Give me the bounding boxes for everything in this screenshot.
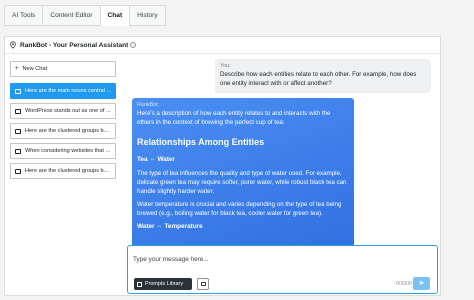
doc-icon	[15, 148, 21, 154]
new-chat-button[interactable]: + New Chat	[10, 61, 116, 77]
chat-messages[interactable]: You: Describe how each entities relate t…	[127, 57, 438, 247]
window-icon	[200, 282, 206, 286]
send-icon: ➤	[418, 280, 425, 287]
user-message: You: Describe how each entities relate t…	[215, 59, 431, 93]
tab-history[interactable]: History	[129, 5, 166, 26]
prompts-library-label: Prompts Library	[145, 281, 184, 287]
message-input[interactable]	[133, 253, 428, 265]
sidebar-chat-item[interactable]: Here are the clustered groups b...	[10, 163, 116, 179]
sidebar-item-label: When considering websites that ...	[25, 148, 111, 154]
sidebar-item-label: Here are the clustered groups b...	[25, 128, 109, 134]
attach-button[interactable]	[197, 278, 209, 290]
user-message-text: Describe how each entities relate to eac…	[220, 71, 417, 87]
bot-subheading: Tea ⇔ Water	[137, 156, 175, 163]
bot-paragraph: The type of tea influences the quality a…	[137, 170, 347, 195]
send-button[interactable]: ➤	[413, 277, 430, 290]
tab-chat[interactable]: Chat	[99, 5, 131, 26]
doc-icon	[15, 108, 21, 114]
sidebar-item-label: WordPress stands out as one of ...	[25, 108, 111, 114]
prompts-library-button[interactable]: Prompts Library	[134, 278, 192, 290]
sidebar-chat-item[interactable]: Here are the clustered groups b...	[10, 123, 116, 139]
sidebar-item-label: Here are the clustered groups b...	[25, 168, 109, 174]
bot-intro: Here's a description of how each entity …	[137, 110, 331, 126]
tab-ai-tools[interactable]: AI Tools	[4, 5, 44, 26]
bot-message: RankBot: Here's a description of how eac…	[132, 98, 354, 247]
bot-label: RankBot:	[137, 102, 160, 108]
doc-icon	[15, 168, 21, 174]
plus-icon: +	[15, 66, 19, 72]
book-icon	[137, 281, 142, 287]
user-label: You:	[220, 63, 231, 69]
sidebar-item-label: Here are the main nouns central ...	[25, 88, 112, 94]
bot-paragraph: Water temperature is crucial and varies …	[137, 201, 342, 217]
bot-heading: Relationships Among Entities	[137, 137, 265, 147]
panel-title: RankBot - Your Personal Assistant	[20, 41, 129, 49]
new-chat-label: New Chat	[22, 66, 48, 72]
chat-panel: RankBot - Your Personal Assistant i + Ne…	[4, 36, 441, 296]
bot-subheading: Water ⇔ Temperature	[137, 223, 203, 230]
panel-header: RankBot - Your Personal Assistant i	[5, 37, 440, 54]
message-composer: Prompts Library 0/2000 ➤	[127, 245, 438, 294]
tab-content-editor[interactable]: Content Editor	[42, 5, 101, 26]
char-counter: 0/2000	[396, 281, 412, 287]
chat-sidebar: + New Chat Here are the main nouns centr…	[10, 61, 116, 183]
sidebar-chat-item[interactable]: WordPress stands out as one of ...	[10, 103, 116, 119]
info-icon[interactable]: i	[130, 42, 137, 48]
sidebar-chat-item[interactable]: When considering websites that ...	[10, 143, 116, 159]
sidebar-chat-item[interactable]: Here are the main nouns central ...	[10, 83, 116, 99]
pin-icon	[10, 41, 16, 49]
doc-icon	[15, 88, 21, 94]
tab-bar: AI Tools Content Editor Chat History	[4, 5, 166, 26]
doc-icon	[15, 128, 21, 134]
